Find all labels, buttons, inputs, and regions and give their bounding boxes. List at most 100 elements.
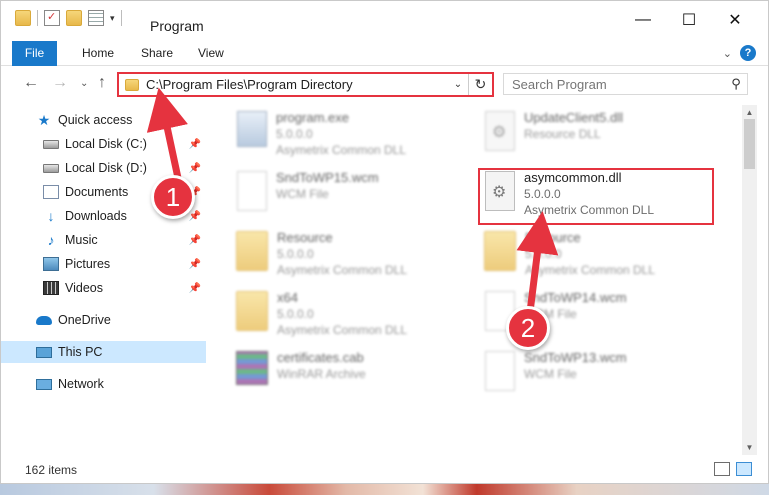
nav-local-disk-c[interactable]: Local Disk (C:) 📌	[1, 133, 206, 155]
tab-home[interactable]: Home	[82, 41, 114, 66]
nav-this-pc[interactable]: This PC	[1, 341, 206, 363]
file-type: WCM File	[524, 367, 577, 381]
file-version: 5.0.0.0	[277, 247, 314, 261]
file-icon	[485, 351, 515, 391]
nav-onedrive[interactable]: OneDrive	[1, 309, 206, 331]
rar-icon	[236, 351, 268, 385]
file-icon	[237, 171, 267, 211]
file-type: Resource DLL	[524, 127, 601, 141]
details-view-icon[interactable]	[714, 462, 730, 476]
pin-icon[interactable]: 📌	[189, 283, 201, 294]
callout-badge-2: 2	[506, 306, 550, 350]
minimize-button[interactable]: —	[620, 1, 666, 39]
star-icon: ★	[37, 112, 51, 128]
file-list: program.exe 5.0.0.0 Asymetrix Common DLL U…	[223, 107, 739, 452]
nav-pictures[interactable]: Pictures 📌	[1, 253, 206, 275]
search-box[interactable]: ⚲	[503, 73, 748, 95]
new-folder-icon[interactable]	[66, 10, 82, 26]
file-name: UpdateClient5.dll	[524, 110, 624, 125]
chevron-down-icon[interactable]: ⌄	[448, 79, 468, 90]
nav-label: Downloads	[65, 209, 127, 223]
address-path[interactable]: C:\Program Files\Program Directory	[146, 77, 448, 92]
expand-ribbon-icon[interactable]: ⌄	[723, 47, 732, 60]
file-name: SndToWP15.wcm	[276, 170, 379, 185]
tab-file[interactable]: File	[12, 41, 57, 66]
nav-music[interactable]: ♪ Music 📌	[1, 229, 206, 251]
nav-label: Network	[58, 377, 104, 391]
vertical-scrollbar[interactable]: ▲ ▼	[742, 105, 757, 455]
maximize-button[interactable]: ☐	[666, 1, 712, 39]
folder-icon	[236, 231, 268, 271]
tab-share[interactable]: Share	[141, 41, 173, 66]
nav-label: Documents	[65, 185, 129, 199]
pin-icon[interactable]: 📌	[189, 139, 201, 150]
tab-view[interactable]: View	[198, 41, 224, 66]
videos-icon	[43, 281, 59, 295]
folder-tile[interactable]: Resource 5.0.0.0 Asymetrix Common DLL	[481, 227, 731, 285]
ribbon-right-controls: ⌄ ?	[723, 45, 756, 61]
file-name: Resource	[277, 230, 333, 245]
status-bar: 162 items	[1, 457, 768, 481]
exe-icon	[237, 111, 267, 147]
file-version: 5.0.0.0	[277, 307, 314, 321]
file-tile[interactable]: SndToWP15.wcm WCM File	[233, 167, 483, 225]
chevron-down-icon[interactable]: ▾	[110, 13, 115, 24]
customize-toolbar-icon[interactable]	[88, 10, 104, 26]
folder-tile[interactable]: x64 5.0.0.0 Asymetrix Common DLL	[233, 287, 483, 345]
scroll-thumb[interactable]	[744, 119, 755, 169]
pictures-icon	[43, 257, 59, 271]
refresh-icon[interactable]: ↻	[468, 74, 492, 95]
nav-quick-access[interactable]: ★ Quick access	[1, 109, 206, 131]
cloud-icon	[36, 315, 52, 325]
back-arrow-icon[interactable]: ←	[23, 74, 39, 92]
pin-icon[interactable]: 📌	[189, 259, 201, 270]
nav-videos[interactable]: Videos 📌	[1, 277, 206, 299]
address-bar[interactable]: C:\Program Files\Program Directory ⌄ ↻	[117, 72, 494, 97]
folder-tile[interactable]: Resource 5.0.0.0 Asymetrix Common DLL	[233, 227, 483, 285]
nav-label: This PC	[58, 345, 103, 359]
ribbon-tabs: File Home Share View ⌄ ?	[1, 41, 768, 66]
file-highlight-box	[478, 168, 714, 225]
folder-icon[interactable]	[15, 10, 31, 26]
pin-icon[interactable]: 📌	[189, 163, 201, 174]
computer-icon	[36, 346, 52, 358]
nav-label: Videos	[65, 281, 103, 295]
view-switcher	[714, 462, 752, 476]
pin-icon[interactable]: 📌	[189, 211, 201, 222]
file-name: SndToWP13.wcm	[524, 350, 627, 365]
properties-icon[interactable]	[44, 10, 60, 26]
file-tile[interactable]: program.exe 5.0.0.0 Asymetrix Common DLL	[233, 107, 483, 165]
dll-icon	[485, 111, 515, 151]
pin-icon[interactable]: 📌	[189, 235, 201, 246]
nav-label: Local Disk (D:)	[65, 161, 147, 175]
file-version: 5.0.0.0	[525, 247, 562, 261]
up-arrow-icon[interactable]: ↑	[98, 74, 106, 92]
nav-label: Local Disk (C:)	[65, 137, 147, 151]
scroll-down-icon[interactable]: ▼	[742, 440, 757, 455]
file-version: 5.0.0.0	[276, 127, 313, 141]
file-type: WCM File	[276, 187, 329, 201]
file-tile[interactable]: SndToWP13.wcm WCM File	[481, 347, 731, 405]
window-title: Program	[150, 18, 204, 34]
divider	[37, 10, 38, 26]
address-row: ← → ⌄ ↑ C:\Program Files\Program Directo…	[1, 68, 768, 102]
quick-access-toolbar: ▾	[15, 10, 122, 26]
search-input[interactable]	[504, 76, 725, 92]
item-count: 162 items	[25, 463, 78, 477]
file-description: Asymetrix Common DLL	[277, 263, 408, 277]
forward-arrow-icon[interactable]: →	[52, 74, 68, 92]
help-icon[interactable]: ?	[740, 45, 756, 61]
scroll-up-icon[interactable]: ▲	[742, 105, 757, 120]
folder-icon	[236, 291, 268, 331]
file-tile[interactable]: certificates.cab WinRAR Archive	[233, 347, 483, 405]
nav-network[interactable]: Network	[1, 373, 206, 395]
search-icon[interactable]: ⚲	[725, 76, 747, 92]
close-button[interactable]: ✕	[712, 1, 758, 39]
file-name: Resource	[525, 230, 581, 245]
divider	[120, 10, 122, 26]
desktop-background	[0, 484, 769, 495]
tiles-view-icon[interactable]	[736, 462, 752, 476]
file-tile[interactable]: UpdateClient5.dll Resource DLL	[481, 107, 731, 165]
navigation-pane: ★ Quick access Local Disk (C:) 📌 Local D…	[1, 104, 206, 455]
recent-locations-icon[interactable]: ⌄	[80, 78, 88, 89]
